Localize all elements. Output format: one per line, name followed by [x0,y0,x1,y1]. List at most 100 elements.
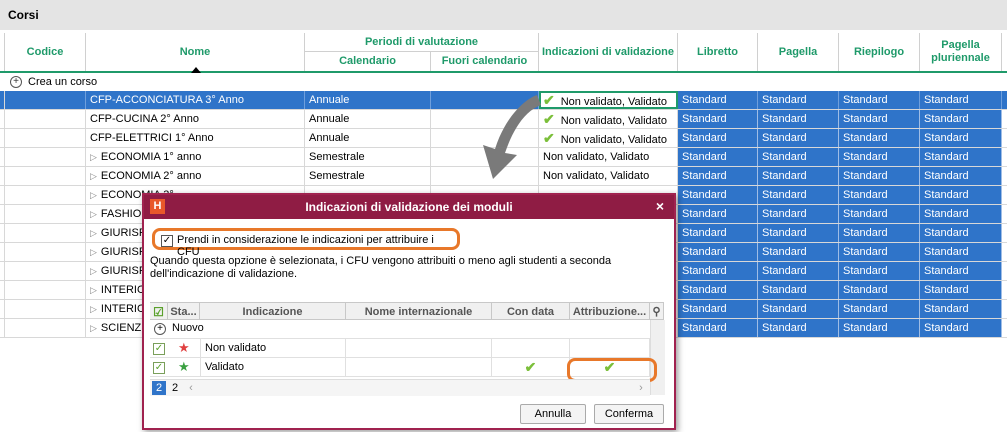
cell-pagella-pluriennale[interactable]: Standard [920,281,1002,299]
inner-vertical-scrollbar[interactable] [650,320,665,395]
international-name-cell[interactable] [346,358,492,376]
header-indicazioni[interactable]: Indicazioni di validazione [539,33,678,71]
cell-libretto[interactable]: Standard [678,224,758,242]
cell-calendario[interactable]: Annuale [305,110,431,128]
cell-pagella[interactable]: Standard [758,262,839,280]
cell-codice[interactable] [4,110,86,128]
cell-pagella[interactable]: Standard [758,205,839,223]
cell-pagella-pluriennale[interactable]: Standard [920,186,1002,204]
inner-header-sta[interactable]: Sta... [168,302,200,320]
cell-indicazioni[interactable]: ✔ Non validato, Validato [539,91,678,109]
cell-codice[interactable] [4,167,86,185]
cell-codice[interactable] [4,129,86,147]
expand-arrow-icon[interactable]: ▷ [90,228,97,238]
cell-nome[interactable]: CFP-ACCONCIATURA 3° Anno [86,91,305,109]
cell-libretto[interactable]: Standard [678,281,758,299]
inner-header-indicazione[interactable]: Indicazione [200,302,346,320]
cell-pagella-pluriennale[interactable]: Standard [920,91,1002,109]
inner-header-con-data[interactable]: Con data [492,302,570,320]
cell-libretto[interactable]: Standard [678,262,758,280]
header-calendario[interactable]: Calendario [305,52,431,71]
international-name-cell[interactable] [346,339,492,357]
expand-arrow-icon[interactable]: ▷ [90,247,97,257]
cell-libretto[interactable]: Standard [678,110,758,128]
cell-codice[interactable] [4,319,86,337]
cell-libretto[interactable]: Standard [678,129,758,147]
cell-calendario[interactable]: Semestrale [305,167,431,185]
cell-calendario[interactable]: Annuale [305,129,431,147]
cell-pagella-pluriennale[interactable]: Standard [920,167,1002,185]
cell-pagella[interactable]: Standard [758,300,839,318]
header-fuori-calendario[interactable]: Fuori calendario [431,52,539,71]
inner-new-row[interactable]: + Nuovo [150,320,650,339]
cell-libretto[interactable]: Standard [678,186,758,204]
indication-label[interactable]: Validato [200,358,346,376]
header-pagella-pluriennale[interactable]: Pagella pluriennale [920,33,1002,71]
cell-nome[interactable]: ▷ ECONOMIA 2° anno [86,167,305,185]
cell-libretto[interactable]: Standard [678,205,758,223]
cell-riepilogo[interactable]: Standard [839,186,920,204]
cell-riepilogo[interactable]: Standard [839,243,920,261]
cell-libretto[interactable]: Standard [678,91,758,109]
cell-libretto[interactable]: Standard [678,167,758,185]
cell-pagella[interactable]: Standard [758,167,839,185]
inner-header-nome-internazionale[interactable]: Nome internazionale [346,302,492,320]
cell-pagella[interactable]: Standard [758,129,839,147]
scroll-right-icon[interactable]: › [634,381,648,395]
cell-riepilogo[interactable]: Standard [839,262,920,280]
row-checkbox[interactable]: ✓ [153,343,165,355]
confirm-button[interactable]: Conferma [594,404,664,424]
cell-calendario[interactable]: Annuale [305,91,431,109]
cell-riepilogo[interactable]: Standard [839,148,920,166]
cell-nome[interactable]: ▷ ECONOMIA 1° anno [86,148,305,166]
expand-arrow-icon[interactable]: ▷ [90,209,97,219]
cell-indicazioni[interactable]: ✔ Non validato, Validato [539,129,678,147]
cell-riepilogo[interactable]: Standard [839,205,920,223]
page-1-button[interactable]: 2 [152,381,166,395]
cell-calendario[interactable]: Semestrale [305,148,431,166]
expand-arrow-icon[interactable]: ▷ [90,285,97,295]
header-libretto[interactable]: Libretto [678,33,758,71]
header-pagella[interactable]: Pagella [758,33,839,71]
cell-riepilogo[interactable]: Standard [839,300,920,318]
cell-pagella-pluriennale[interactable]: Standard [920,243,1002,261]
cell-libretto[interactable]: Standard [678,148,758,166]
cell-nome[interactable]: CFP-CUCINA 2° Anno [86,110,305,128]
cell-codice[interactable] [4,262,86,280]
inner-search-icon[interactable]: ⚲ [650,302,664,320]
con-data-cell[interactable]: ✔ [492,358,570,376]
cell-pagella[interactable]: Standard [758,148,839,166]
cell-codice[interactable] [4,224,86,242]
cell-codice[interactable] [4,300,86,318]
cell-pagella[interactable]: Standard [758,110,839,128]
cell-pagella[interactable]: Standard [758,319,839,337]
cell-libretto[interactable]: Standard [678,243,758,261]
close-icon[interactable]: × [656,198,664,214]
cell-pagella-pluriennale[interactable]: Standard [920,262,1002,280]
header-codice[interactable]: Codice [4,33,86,71]
cell-pagella[interactable]: Standard [758,91,839,109]
page-2-button[interactable]: 2 [168,381,182,395]
cell-libretto[interactable]: Standard [678,300,758,318]
cell-codice[interactable] [4,148,86,166]
expand-arrow-icon[interactable]: ▷ [90,152,97,162]
cell-indicazioni[interactable]: Non validato, Validato [539,167,678,185]
inner-header-check[interactable]: ☑ [150,302,168,320]
cell-pagella-pluriennale[interactable]: Standard [920,319,1002,337]
cell-riepilogo[interactable]: Standard [839,167,920,185]
cell-codice[interactable] [4,186,86,204]
indication-row[interactable]: ✓ ★ Non validato [150,339,650,358]
scroll-left-icon[interactable]: ‹ [184,381,198,395]
cell-riepilogo[interactable]: Standard [839,91,920,109]
cell-pagella-pluriennale[interactable]: Standard [920,129,1002,147]
indication-label[interactable]: Non validato [200,339,346,357]
cell-pagella-pluriennale[interactable]: Standard [920,205,1002,223]
expand-arrow-icon[interactable]: ▷ [90,323,97,333]
cell-libretto[interactable]: Standard [678,319,758,337]
expand-arrow-icon[interactable]: ▷ [90,266,97,276]
expand-arrow-icon[interactable]: ▷ [90,304,97,314]
cell-riepilogo[interactable]: Standard [839,281,920,299]
cell-pagella[interactable]: Standard [758,281,839,299]
cell-riepilogo[interactable]: Standard [839,319,920,337]
row-checkbox[interactable]: ✓ [153,362,165,374]
